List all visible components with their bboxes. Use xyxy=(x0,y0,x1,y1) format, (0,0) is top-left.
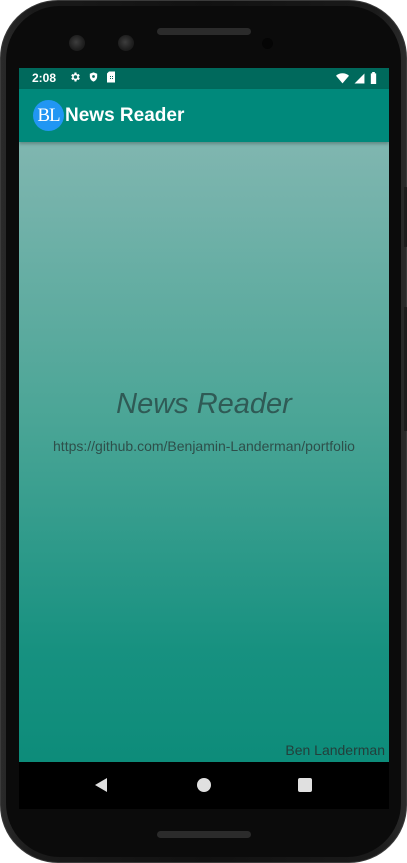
proximity-sensor xyxy=(262,38,273,49)
app-logo: BL xyxy=(33,100,64,131)
status-notification-icons xyxy=(69,71,116,83)
phone-frame: 2:08 BL News Reader News Reader https://… xyxy=(0,0,407,863)
gear-icon xyxy=(71,72,80,82)
battery-icon xyxy=(370,72,377,84)
wifi-icon xyxy=(336,72,349,83)
front-camera-icon xyxy=(118,35,134,51)
shield-icon xyxy=(89,72,98,82)
app-toolbar: BL News Reader xyxy=(19,89,389,142)
status-system-icons xyxy=(336,72,377,84)
splash-title: News Reader xyxy=(116,388,292,420)
status-time: 2:08 xyxy=(32,71,57,85)
splash-content: News Reader https://github.com/Benjamin-… xyxy=(19,142,389,762)
cell-signal-icon xyxy=(354,73,365,83)
recents-icon[interactable] xyxy=(298,778,312,792)
sim-card-icon xyxy=(107,71,115,83)
back-icon[interactable] xyxy=(94,777,108,793)
status-bar: 2:08 xyxy=(19,68,389,89)
navigation-bar xyxy=(19,762,389,809)
front-camera-icon xyxy=(69,35,85,51)
bottom-speaker xyxy=(157,831,251,838)
home-icon[interactable] xyxy=(197,778,211,792)
author-credit: Ben Landerman xyxy=(285,742,385,758)
portfolio-link[interactable]: https://github.com/Benjamin-Landerman/po… xyxy=(19,438,389,454)
earpiece-speaker xyxy=(157,28,251,35)
screen: 2:08 BL News Reader News Reader https://… xyxy=(19,68,389,809)
app-title: News Reader xyxy=(65,105,185,126)
